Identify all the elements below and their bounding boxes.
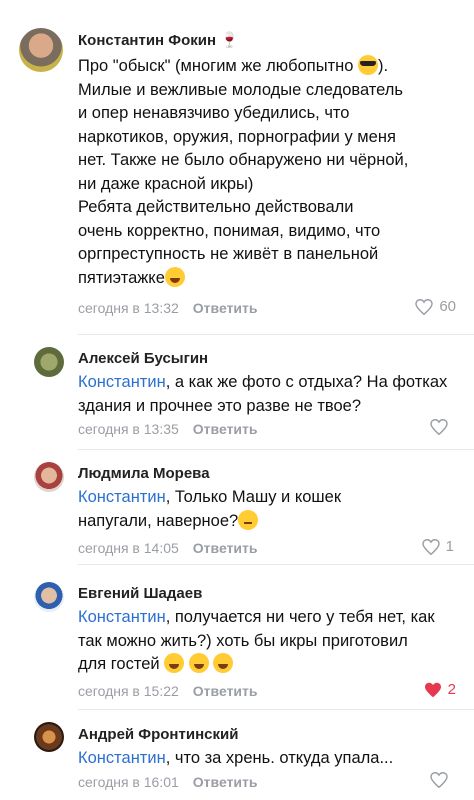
author-name[interactable]: Андрей Фронтинский <box>78 726 238 743</box>
text-line: пятиэтажке <box>78 268 165 287</box>
author-name[interactable]: Людмила Морева <box>78 465 210 482</box>
avatar[interactable] <box>34 722 64 752</box>
like-button[interactable] <box>430 772 454 788</box>
comment-3: Людмила Морева Константин, Только Машу и… <box>0 450 474 565</box>
rofl-emoji-icon <box>164 653 185 673</box>
heart-outline-icon <box>415 298 434 315</box>
heart-outline-icon <box>430 772 448 788</box>
reply-button[interactable]: Ответить <box>193 300 258 316</box>
timestamp: сегодня в 16:01 <box>78 774 179 790</box>
avatar[interactable] <box>34 462 64 492</box>
text-line: очень корректно, понимая, видимо, что <box>78 221 381 240</box>
comment-text: Про "обыск" (многим же любопытно ). Милы… <box>78 55 458 290</box>
comment-text: Константин, Только Машу и кошек напугали… <box>78 486 408 533</box>
like-count: 2 <box>447 681 456 698</box>
comment-1: Константин Фокин 🍷 Про "обыск" (многим ж… <box>0 0 474 335</box>
text-line: оргпреступность не живёт в панельной <box>78 245 379 263</box>
comment-body: , что за хрень. откуда упала... <box>165 749 394 767</box>
reply-button[interactable]: Ответить <box>193 683 258 699</box>
comment-text: Константин, а как же фото с отдыха? На ф… <box>78 371 463 418</box>
like-button[interactable]: 1 <box>421 538 454 555</box>
comment-meta: сегодня в 13:35 Ответить <box>78 421 258 437</box>
avatar[interactable] <box>34 347 64 377</box>
wine-glass-icon: 🍷 <box>220 32 239 49</box>
text-line: нет. Также не было обнаружено ни чёрной, <box>78 151 409 169</box>
heart-outline-icon <box>421 538 440 555</box>
comment-meta: сегодня в 15:22 Ответить <box>78 683 258 699</box>
thinking-emoji-icon <box>238 509 259 530</box>
text-line: и опер ненавязчиво убедились, что <box>78 104 350 122</box>
author-name-text: Константин Фокин <box>78 32 217 49</box>
comment-text: Константин, получается ни чего у тебя не… <box>78 606 438 677</box>
reply-button[interactable]: Ответить <box>193 540 258 556</box>
author-name[interactable]: Евгений Шадаев <box>78 585 202 602</box>
reply-button[interactable]: Ответить <box>193 774 258 790</box>
mention-link[interactable]: Константин <box>78 488 166 506</box>
sunglasses-emoji-icon <box>358 55 378 75</box>
text-line: Ребята действительно действовали <box>78 198 354 216</box>
like-count: 1 <box>445 538 454 555</box>
mention-link[interactable]: Константин <box>78 608 166 626</box>
comment-5: Андрей Фронтинский Константин, что за хр… <box>0 710 474 800</box>
rofl-emoji-icon <box>188 653 209 673</box>
rofl-emoji-icon <box>213 653 234 673</box>
like-button[interactable] <box>430 419 454 435</box>
text-line: Милые и вежливые молодые следователь <box>78 80 403 99</box>
text-line: ни даже красной икры) <box>78 174 254 193</box>
like-button[interactable]: 60 <box>415 298 456 315</box>
rofl-emoji-icon <box>164 266 185 287</box>
text-line: ). <box>378 57 389 75</box>
reply-button[interactable]: Ответить <box>193 421 258 437</box>
text-line: Про "обыск" (многим же любопытно <box>78 57 358 75</box>
comment-text: Константин, что за хрень. откуда упала..… <box>78 747 458 771</box>
text-line: наркотиков, оружия, порнографии у меня <box>78 127 396 146</box>
mention-link[interactable]: Константин <box>78 749 166 767</box>
avatar[interactable] <box>34 582 64 612</box>
timestamp: сегодня в 13:32 <box>78 300 179 316</box>
comment-meta: сегодня в 14:05 Ответить <box>78 540 258 556</box>
heart-outline-icon <box>430 419 448 435</box>
like-count: 60 <box>439 298 456 315</box>
comment-2: Алексей Бусыгин Константин, а как же фот… <box>0 335 474 450</box>
comment-4: Евгений Шадаев Константин, получается ни… <box>0 565 474 710</box>
comment-meta: сегодня в 16:01 Ответить <box>78 774 258 790</box>
timestamp: сегодня в 15:22 <box>78 683 179 699</box>
avatar[interactable] <box>19 28 63 72</box>
timestamp: сегодня в 14:05 <box>78 540 179 556</box>
heart-filled-icon <box>424 682 441 697</box>
author-name[interactable]: Алексей Бусыгин <box>78 350 208 367</box>
timestamp: сегодня в 13:35 <box>78 421 179 437</box>
mention-link[interactable]: Константин <box>78 373 166 391</box>
author-name[interactable]: Константин Фокин 🍷 <box>78 31 239 49</box>
like-button[interactable]: 2 <box>424 681 456 698</box>
comment-meta: сегодня в 13:32 Ответить <box>78 300 258 316</box>
